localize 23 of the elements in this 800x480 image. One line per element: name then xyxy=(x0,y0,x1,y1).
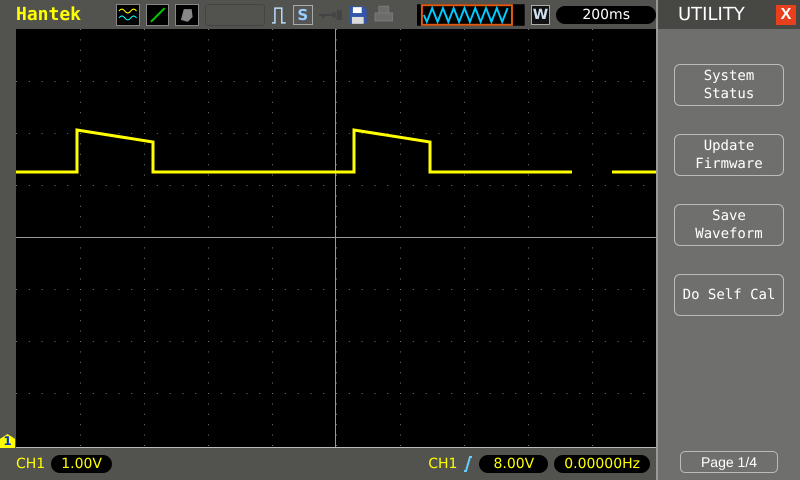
trigger-level-readout: 8.00V xyxy=(479,455,548,473)
channel-label: CH1 xyxy=(16,456,46,472)
menu-button[interactable]: System Status xyxy=(674,64,784,106)
trigger-channel-label: CH1 xyxy=(428,456,458,472)
close-button[interactable]: X xyxy=(776,4,796,24)
menu-button[interactable]: Do Self Cal xyxy=(674,274,784,316)
menu-button[interactable]: Update Firmware xyxy=(674,134,784,176)
frequency-readout: 0.00000Hz xyxy=(554,455,650,473)
waveform-overview-icon xyxy=(417,4,525,26)
channel-marker: 1 xyxy=(0,434,15,448)
printer-icon xyxy=(374,4,394,24)
stop-key: S xyxy=(292,4,313,24)
rising-edge-icon xyxy=(463,456,474,472)
timebase-mode-key: W xyxy=(530,4,550,24)
persistence-icon[interactable] xyxy=(175,4,199,26)
menu-title: UTILITY xyxy=(678,4,745,25)
menu-button[interactable]: Save Waveform xyxy=(674,204,784,246)
brand-logo: Hantek xyxy=(16,4,82,25)
page-button[interactable]: Page 1/4 xyxy=(680,451,778,473)
pulse-icon xyxy=(271,4,287,24)
waveform-icon[interactable] xyxy=(116,4,140,26)
timebase-readout: 200ms xyxy=(556,6,656,24)
volts-per-div-readout: 1.00V xyxy=(51,455,112,473)
